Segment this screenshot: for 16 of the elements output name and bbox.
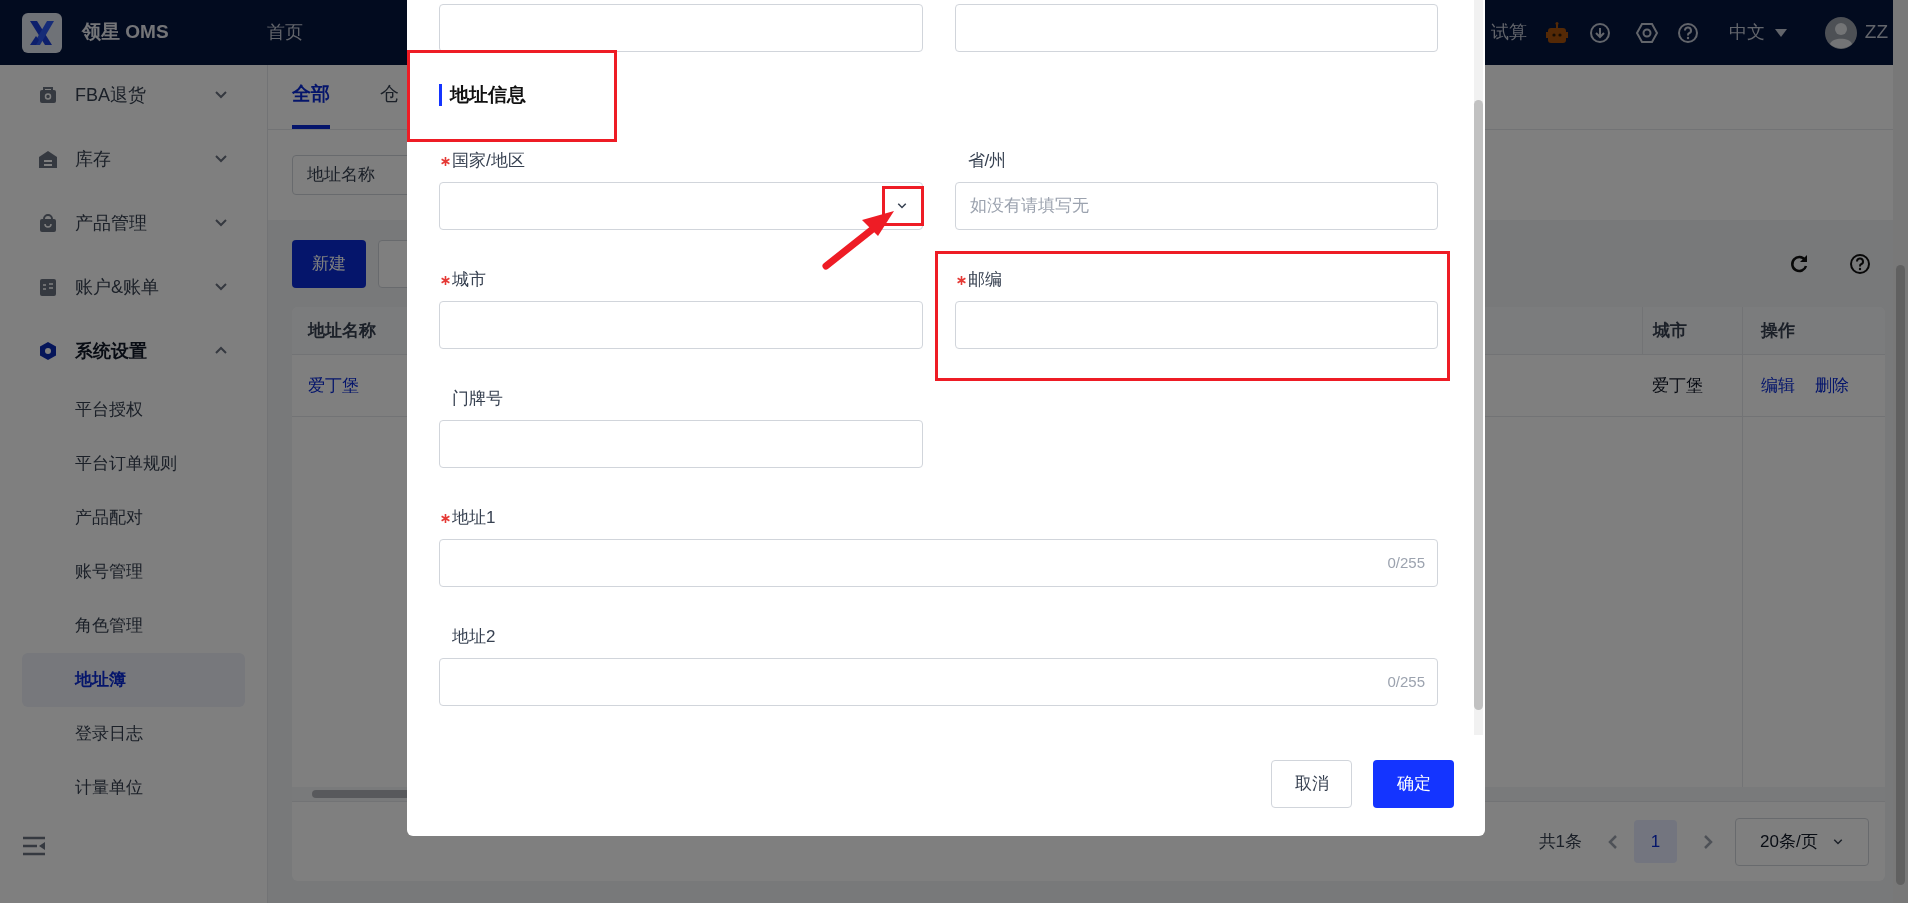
- character-counter: 0/255: [1387, 552, 1425, 573]
- column-header: 地址名称: [308, 319, 376, 342]
- field-label: 邮编: [967, 269, 1002, 292]
- section-title: 地址信息: [439, 84, 526, 106]
- field-label: 城市: [452, 269, 486, 292]
- field-label: 地址1: [452, 507, 496, 530]
- field-label: 门牌号: [452, 388, 503, 411]
- character-counter: 0/255: [1387, 671, 1425, 692]
- table-cell-text: 爱丁堡: [1651, 374, 1704, 397]
- column-header: 操作: [1761, 319, 1795, 342]
- field-label: 地址2: [452, 626, 496, 649]
- field-label: 国家/地区: [452, 150, 525, 173]
- total-count: 共1条: [1538, 830, 1582, 853]
- column-header: 城市: [1653, 319, 1687, 342]
- field-label: 省/州: [967, 150, 1007, 173]
- app-name: 领星 OMS: [82, 20, 170, 45]
